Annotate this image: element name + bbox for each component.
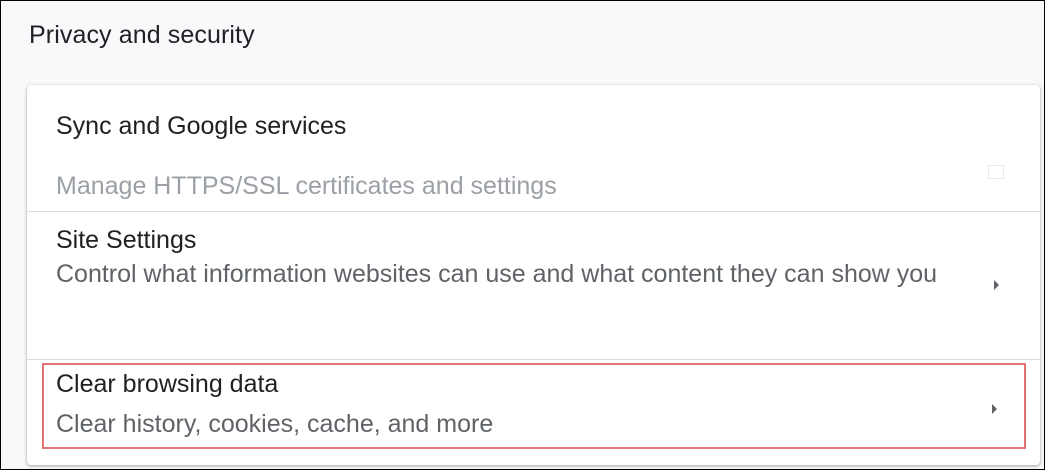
clear-browsing-data-sublabel: Clear history, cookies, cache, and more bbox=[56, 410, 494, 438]
settings-page: Privacy and security Sync and Google ser… bbox=[0, 0, 1045, 470]
site-settings-row[interactable]: Site Settings Control what information w… bbox=[27, 212, 1040, 360]
section-title: Privacy and security bbox=[29, 21, 255, 49]
chevron-right-icon bbox=[992, 404, 997, 414]
chevron-right-icon bbox=[994, 280, 999, 290]
clear-browsing-data-row[interactable]: Clear browsing data Clear history, cooki… bbox=[42, 363, 1026, 449]
site-settings-label: Site Settings bbox=[56, 226, 197, 254]
open-in-new-icon bbox=[988, 165, 1004, 179]
privacy-settings-card: Sync and Google services Manage HTTPS/SS… bbox=[27, 85, 1040, 465]
sync-and-google-services-row[interactable]: Sync and Google services bbox=[27, 85, 1040, 147]
certificates-row-sublabel: Manage HTTPS/SSL certificates and settin… bbox=[56, 172, 557, 200]
manage-certificates-row[interactable]: Manage HTTPS/SSL certificates and settin… bbox=[27, 147, 1040, 212]
sync-row-label: Sync and Google services bbox=[56, 112, 347, 140]
clear-browsing-data-label: Clear browsing data bbox=[56, 370, 279, 398]
site-settings-sublabel: Control what information websites can us… bbox=[56, 260, 938, 288]
